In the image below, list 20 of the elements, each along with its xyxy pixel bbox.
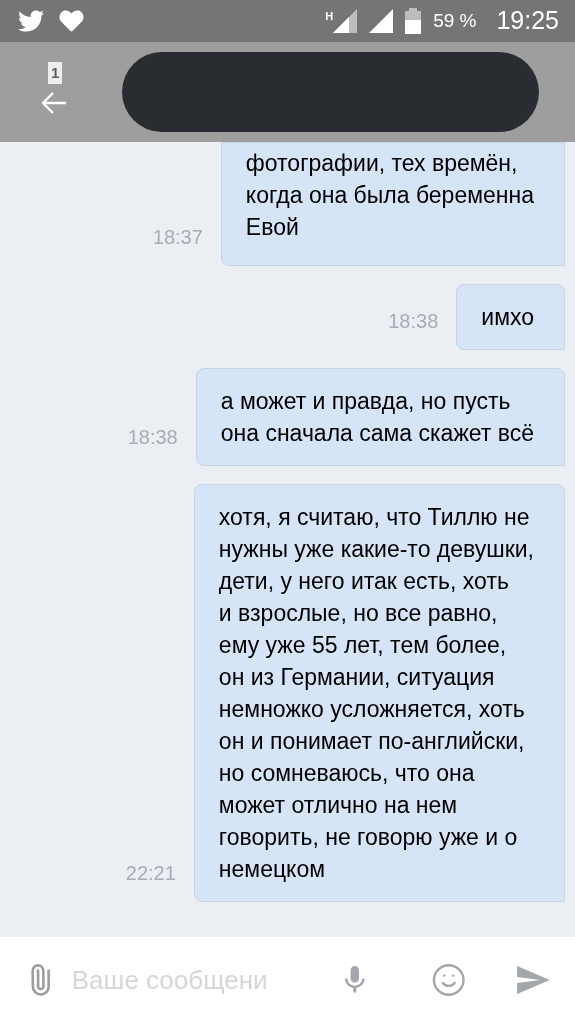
back-arrow-icon (41, 92, 66, 114)
message-bubble: имхо (456, 284, 565, 350)
heart-icon (58, 9, 85, 33)
message-time: 22:21 (125, 861, 176, 886)
signal-icon (369, 9, 394, 33)
message-bubble: хотя, я считаю, что Тиллю не нужны уже какие-то девушки, дети, у него итак есть, хоть и взрослые, но все равно, ему уже 55 лет, тем более, он из Германии, ситуация немножко усложняется, хоть он и понимает по-английски, но сомневаюсь, что она может отлично на нем говорить, не говорю уже и о немецком (193, 484, 565, 902)
battery-icon (405, 8, 422, 34)
message-bubble: а может и правда, но пусть она сначала сама скажет всё (195, 368, 565, 466)
message-time: 18:38 (388, 309, 439, 334)
smiley-icon[interactable] (431, 961, 467, 999)
message-time: 18:38 (127, 425, 178, 450)
clock: 19:25 (496, 5, 559, 37)
signal-icon (333, 9, 358, 33)
bird-icon (16, 8, 46, 34)
message-bubble: фотографии, тех времён, когда она была беременна Евой (220, 142, 565, 266)
message-time: 18:37 (152, 225, 203, 250)
unread-badge: 1 (48, 62, 63, 84)
back-button[interactable]: 1 (36, 62, 72, 122)
battery-percent: 59 % (433, 8, 477, 33)
network-type: H (325, 9, 334, 24)
